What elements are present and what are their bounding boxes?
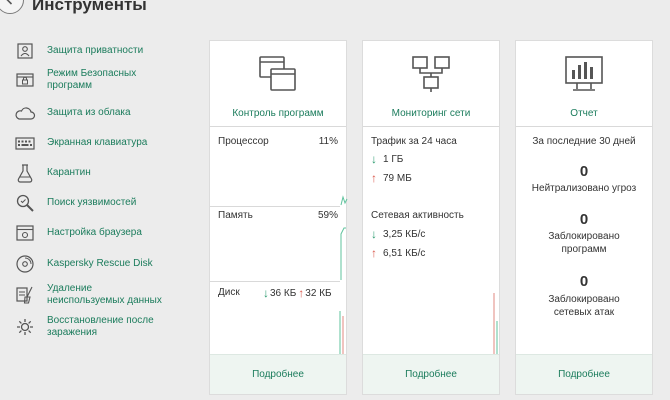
app-control-title[interactable]: Контроль программ [210, 108, 346, 119]
disk-io: ↓ 36 КБ ↑ 32 КБ [263, 286, 332, 300]
divider [210, 126, 346, 127]
sidebar-item-vulnerability[interactable]: Поиск уязвимостей [14, 192, 199, 214]
divider [363, 126, 499, 127]
sidebar-item-label: Kaspersky Rescue Disk [47, 258, 153, 269]
divider [516, 126, 652, 127]
traffic-upload-value: 79 МБ [383, 172, 412, 184]
network-monitor-card: Мониторинг сети Трафик за 24 часа ↓ 1 ГБ… [362, 40, 500, 395]
disk-write-value: 32 КБ [305, 287, 332, 299]
report-card: Отчет За последние 30 дней 0 Нейтрализов… [515, 40, 653, 395]
sidebar-item-rescue-disk[interactable]: Kaspersky Rescue Disk [14, 253, 199, 275]
cpu-sparkline [340, 195, 348, 206]
activity-upload: ↑ 6,51 КБ/с [371, 246, 425, 260]
arrow-down-icon: ↓ [263, 286, 269, 300]
divider [210, 281, 340, 282]
privacy-icon [14, 40, 36, 62]
traffic-upload: ↑ 79 МБ [371, 171, 412, 185]
report-header[interactable]: Отчет [516, 41, 652, 126]
sidebar-item-browser[interactable]: Настройка браузера [14, 222, 199, 244]
app-control-header[interactable]: Контроль программ [210, 41, 346, 126]
app-control-more-link[interactable]: Подробнее [210, 354, 346, 394]
sidebar-item-recovery[interactable]: Восстановление после заражения [14, 315, 199, 339]
arrow-down-icon: ↓ [371, 227, 377, 241]
browser-settings-icon [14, 222, 36, 244]
traffic-download-value: 1 ГБ [383, 153, 404, 165]
arrow-up-icon: ↑ [371, 246, 377, 260]
sidebar-item-label: Настройка браузера [47, 227, 142, 238]
recovery-icon [14, 316, 36, 338]
blocked-attacks-label: Заблокировано сетевых атак [548, 294, 620, 318]
sidebar-item-safe-apps[interactable]: Режим Безопасных программ [14, 68, 199, 92]
sidebar-item-label: Режим Безопасных программ [47, 68, 137, 91]
header: Инструменты [0, 0, 670, 22]
sidebar-item-cleanup[interactable]: Удаление неиспользуемых данных [14, 283, 199, 307]
windows-icon [259, 56, 296, 91]
sidebar-item-label: Восстановление после заражения [47, 315, 154, 338]
memory-sparkline [340, 227, 346, 280]
memory-value: 59% [317, 210, 338, 221]
sidebar-item-label: Поиск уязвимостей [47, 197, 137, 208]
cleanup-icon [14, 284, 36, 306]
disk-read-value: 36 КБ [270, 287, 297, 299]
app-control-card: Контроль программ Процессор 11% Память 5… [209, 40, 348, 395]
activity-upload-value: 6,51 КБ/с [383, 247, 426, 259]
arrow-down-icon: ↓ [371, 152, 377, 166]
back-button[interactable] [0, 0, 24, 14]
network-monitor-title[interactable]: Мониторинг сети [363, 108, 499, 119]
disk-label: Диск [218, 287, 240, 298]
sidebar-item-cloud[interactable]: Защита из облака [14, 102, 199, 124]
vulnerability-search-icon [14, 192, 36, 214]
network-monitor-more-link[interactable]: Подробнее [363, 354, 499, 394]
keyboard-icon [14, 132, 36, 154]
blocked-attacks-count: 0 [579, 273, 589, 290]
network-icon [412, 56, 450, 92]
threats-neutralized-label: Нейтрализовано угроз [531, 183, 637, 194]
sidebar-item-quarantine[interactable]: Карантин [14, 162, 199, 184]
report-title[interactable]: Отчет [516, 108, 652, 119]
cloud-icon [14, 102, 36, 124]
sidebar-item-label: Экранная клавиатура [47, 137, 148, 148]
report-chart-icon [565, 56, 603, 91]
sidebar-item-label: Карантин [47, 167, 91, 178]
sidebar-item-label: Удаление неиспользуемых данных [47, 283, 162, 306]
disk-sparkline [339, 311, 344, 355]
sidebar-item-label: Защита приватности [47, 45, 144, 56]
safe-apps-icon [14, 69, 36, 91]
activity-download: ↓ 3,25 КБ/с [371, 227, 425, 241]
divider [210, 206, 340, 207]
chevron-left-icon [6, 0, 13, 5]
arrow-up-icon: ↑ [371, 171, 377, 185]
traffic-download: ↓ 1 ГБ [371, 152, 403, 166]
blocked-apps-label: Заблокировано программ [548, 231, 620, 255]
sidebar-item-privacy[interactable]: Защита приватности [14, 40, 199, 62]
activity-label: Сетевая активность [371, 210, 464, 221]
cpu-label: Процессор [218, 136, 269, 147]
sidebar-item-label: Защита из облака [47, 107, 131, 118]
report-period: За последние 30 дней [532, 136, 636, 147]
cpu-value: 11% [318, 136, 338, 147]
quarantine-icon [14, 162, 36, 184]
activity-download-value: 3,25 КБ/с [383, 228, 426, 240]
rescue-disk-icon [14, 253, 36, 275]
network-sparkline [493, 293, 498, 355]
network-monitor-header[interactable]: Мониторинг сети [363, 41, 499, 126]
threats-neutralized-count: 0 [579, 163, 589, 180]
blocked-apps-count: 0 [579, 211, 589, 228]
traffic-label: Трафик за 24 часа [371, 136, 457, 147]
memory-label: Память [218, 210, 253, 221]
arrow-up-icon: ↑ [298, 286, 305, 300]
page-title: Инструменты [32, 0, 147, 14]
report-more-link[interactable]: Подробнее [516, 354, 652, 394]
sidebar-item-keyboard[interactable]: Экранная клавиатура [14, 132, 199, 154]
